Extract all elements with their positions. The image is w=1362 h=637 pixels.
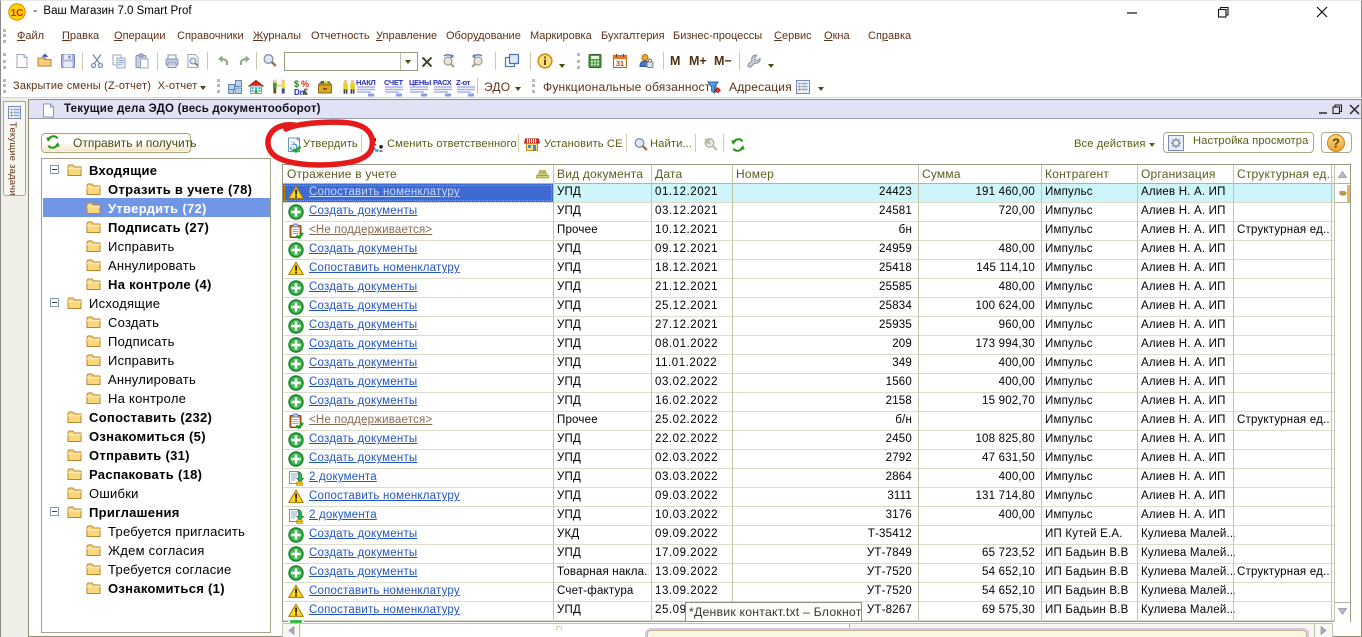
svg-text:€: € (303, 87, 308, 95)
svg-text:1C: 1C (11, 8, 24, 19)
svg-text:?: ? (1332, 136, 1340, 151)
svg-text:31: 31 (616, 59, 624, 68)
